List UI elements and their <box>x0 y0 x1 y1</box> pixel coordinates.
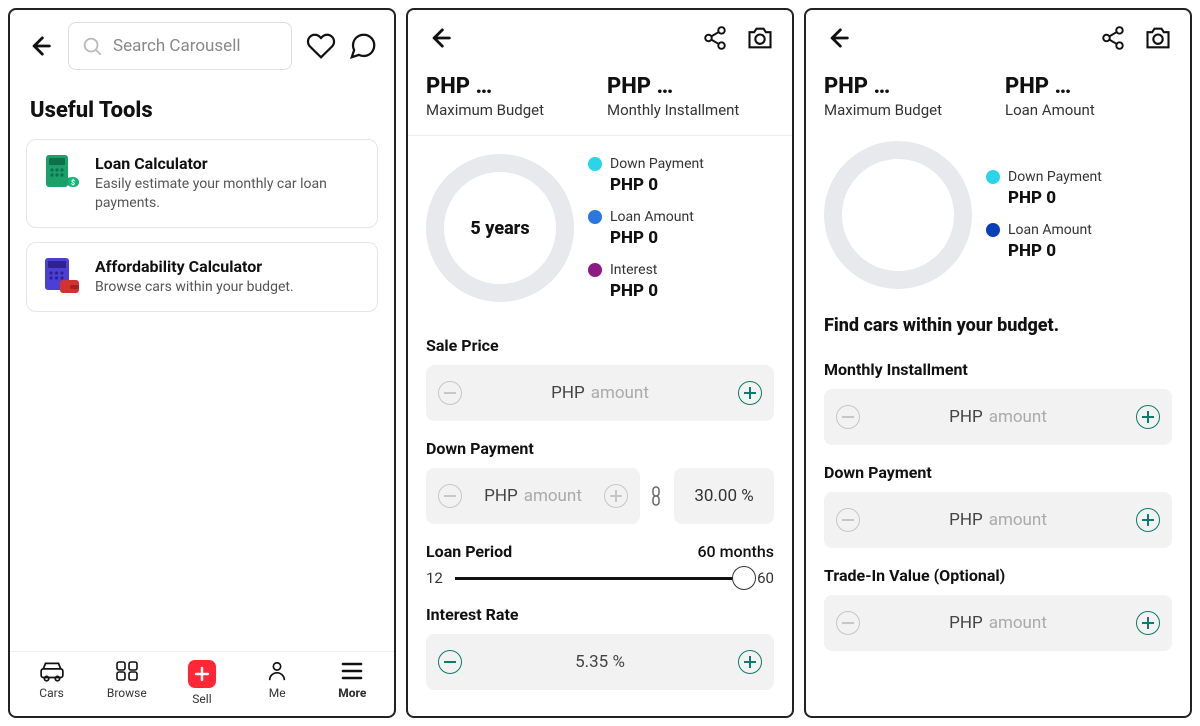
calculator-wallet-icon <box>43 257 81 295</box>
header <box>806 10 1190 62</box>
nav-browse[interactable]: Browse <box>89 660 164 706</box>
down-payment-amount-input[interactable]: PHPamount <box>426 468 640 524</box>
legend: Down Payment PHP 0 Loan Amount PHP 0 <box>986 169 1102 261</box>
donut-chart <box>824 141 972 289</box>
legend: Down Payment PHP 0 Loan Amount PHP 0 Int… <box>588 156 704 301</box>
sale-price-input[interactable]: PHPamount <box>426 365 774 421</box>
phone-affordability-calculator: PHP … Maximum Budget PHP … Loan Amount D… <box>804 8 1192 718</box>
plus-button[interactable] <box>604 484 628 508</box>
monthly-installment: PHP … Monthly Installment <box>607 74 774 119</box>
minus-button[interactable] <box>836 508 860 532</box>
minus-button[interactable] <box>438 650 462 674</box>
loan-amount: PHP … Loan Amount <box>1005 74 1172 119</box>
down-payment-input[interactable]: PHPamount <box>824 492 1172 548</box>
trade-in-input[interactable]: PHPamount <box>824 595 1172 651</box>
header: Search Carousell <box>10 10 394 74</box>
dot-icon <box>588 263 602 277</box>
legend-down-payment: Down Payment PHP 0 <box>986 169 1102 208</box>
dot-icon <box>986 223 1000 237</box>
dot-icon <box>588 157 602 171</box>
tool-loan-calculator[interactable]: $ Loan Calculator Easily estimate your m… <box>26 139 378 228</box>
tool-affordability-calculator[interactable]: Affordability Calculator Browse cars wit… <box>26 242 378 312</box>
nav-more[interactable]: More <box>315 660 390 706</box>
sale-price-label: Sale Price <box>426 336 774 355</box>
plus-button[interactable] <box>1136 508 1160 532</box>
donut-center-label: 5 years <box>470 218 529 239</box>
plus-button[interactable] <box>738 381 762 405</box>
loan-period-slider[interactable]: 12 60 <box>426 569 774 587</box>
plus-icon <box>188 660 216 688</box>
bottom-nav: Cars Browse Sell Me More <box>10 651 394 716</box>
legend-loan-amount: Loan Amount PHP 0 <box>986 222 1102 261</box>
search-placeholder: Search Carousell <box>113 36 240 56</box>
tool-title: Loan Calculator <box>95 154 361 173</box>
minus-button[interactable] <box>836 405 860 429</box>
down-payment-label: Down Payment <box>426 439 774 458</box>
maximum-budget: PHP … Maximum Budget <box>426 74 593 119</box>
minus-button[interactable] <box>438 381 462 405</box>
donut-row: Down Payment PHP 0 Loan Amount PHP 0 <box>806 123 1190 299</box>
down-payment-percent-input[interactable]: 30.00 % <box>674 468 774 524</box>
tagline: Find cars within your budget. <box>806 299 1190 336</box>
down-payment-label: Down Payment <box>824 463 1172 482</box>
plus-button[interactable] <box>1136 405 1160 429</box>
svg-text:$: $ <box>71 179 75 187</box>
maximum-budget: PHP … Maximum Budget <box>824 74 991 119</box>
trade-in-label: Trade-In Value (Optional) <box>824 566 1172 585</box>
loan-period-label: Loan Period 60 months <box>426 542 774 561</box>
header <box>408 10 792 62</box>
legend-loan-amount: Loan Amount PHP 0 <box>588 209 704 248</box>
minus-button[interactable] <box>438 484 462 508</box>
slider-thumb[interactable] <box>732 566 756 590</box>
interest-rate-label: Interest Rate <box>426 605 774 624</box>
plus-button[interactable] <box>738 650 762 674</box>
tool-desc: Browse cars within your budget. <box>95 278 294 297</box>
back-icon[interactable] <box>26 32 54 60</box>
legend-interest: Interest PHP 0 <box>588 262 704 301</box>
dot-icon <box>588 210 602 224</box>
calculator-icon: $ <box>43 154 81 192</box>
nav-me[interactable]: Me <box>240 660 315 706</box>
minus-button[interactable] <box>836 611 860 635</box>
phone-useful-tools: Search Carousell Useful Tools $ Loan Cal… <box>8 8 396 718</box>
legend-down-payment: Down Payment PHP 0 <box>588 156 704 195</box>
monthly-installment-input[interactable]: PHPamount <box>824 389 1172 445</box>
summary-row: PHP … Maximum Budget PHP … Monthly Insta… <box>408 62 792 136</box>
phone-loan-calculator: PHP … Maximum Budget PHP … Monthly Insta… <box>406 8 794 718</box>
monthly-installment-label: Monthly Installment <box>824 360 1172 379</box>
dot-icon <box>986 170 1000 184</box>
link-icon <box>650 485 664 507</box>
page-title: Useful Tools <box>10 74 394 139</box>
search-input[interactable]: Search Carousell <box>68 22 292 70</box>
share-icon[interactable] <box>1100 25 1126 51</box>
donut-chart: 5 years <box>426 154 574 302</box>
nav-sell[interactable]: Sell <box>164 660 239 706</box>
heart-icon[interactable] <box>306 31 336 61</box>
interest-rate-input[interactable]: 5.35 % <box>426 634 774 690</box>
tool-title: Affordability Calculator <box>95 257 294 276</box>
camera-icon[interactable] <box>746 25 774 51</box>
plus-button[interactable] <box>1136 611 1160 635</box>
nav-cars[interactable]: Cars <box>14 660 89 706</box>
back-icon[interactable] <box>824 24 852 52</box>
donut-row: 5 years Down Payment PHP 0 Loan Amount P… <box>408 136 792 312</box>
chat-icon[interactable] <box>348 31 378 61</box>
share-icon[interactable] <box>702 25 728 51</box>
back-icon[interactable] <box>426 24 454 52</box>
summary-row: PHP … Maximum Budget PHP … Loan Amount <box>806 62 1190 123</box>
camera-icon[interactable] <box>1144 25 1172 51</box>
tool-desc: Easily estimate your monthly car loan pa… <box>95 175 361 213</box>
